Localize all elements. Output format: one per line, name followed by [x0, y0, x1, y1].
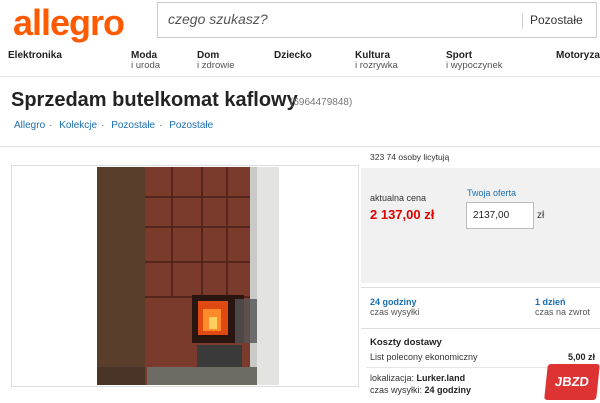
- watermark-logo: JBZD: [544, 364, 600, 400]
- category-dom[interactable]: Dom i zdrowie: [197, 51, 235, 71]
- breadcrumb-link[interactable]: Pozostałe: [169, 120, 213, 131]
- category-label: Elektronika: [8, 50, 62, 61]
- search-category-select[interactable]: Pozostałe: [530, 13, 583, 27]
- dispatch-value: 24 godziny: [424, 385, 472, 395]
- category-sport[interactable]: Sport i wypoczynek: [446, 51, 503, 71]
- breadcrumb-separator: ·: [159, 120, 163, 131]
- dispatch-time-value: 24 godziny: [370, 297, 417, 307]
- location-value: Lurker.land: [416, 373, 466, 383]
- listing-title: Sprzedam butelkomat kaflowy: [11, 89, 298, 111]
- section-divider: [0, 146, 600, 147]
- offer-currency: zł: [537, 210, 545, 221]
- listing-id: (6964479848): [290, 97, 353, 108]
- costs-divider: [361, 328, 600, 329]
- category-elektronika[interactable]: Elektronika: [8, 51, 62, 61]
- category-sub: i zdrowie: [197, 60, 235, 71]
- location-info: lokalizacja: Lurker.land czas wysyłki: 2…: [370, 372, 471, 396]
- image-gallery[interactable]: [11, 165, 359, 387]
- delivery-costs-title: Koszty dostawy: [370, 337, 442, 348]
- search-input[interactable]: czego szukasz?: [168, 11, 268, 27]
- category-dziecko[interactable]: Dziecko: [274, 51, 312, 61]
- search-bar[interactable]: czego szukasz? Pozostałe: [157, 2, 597, 38]
- current-price: 2 137,00 zł: [370, 207, 435, 222]
- category-sub: i rozrywka: [355, 60, 398, 71]
- breadcrumb-separator: ·: [101, 120, 105, 131]
- shipping-divider: [361, 287, 600, 288]
- breadcrumb-link[interactable]: Pozostałe: [111, 120, 155, 131]
- header-divider: [0, 76, 600, 77]
- dispatch-time-label: czas wysyłki: [370, 307, 420, 317]
- allegro-logo[interactable]: allegro: [13, 2, 125, 44]
- category-sub: i wypoczynek: [446, 60, 503, 71]
- category-motoryzacja[interactable]: Motoryza: [556, 51, 600, 61]
- return-time-value: 1 dzień: [535, 297, 566, 307]
- delivery-price: 5,00 zł: [568, 352, 596, 362]
- breadcrumb-link[interactable]: Allegro: [14, 120, 45, 131]
- breadcrumb-separator: ·: [49, 120, 53, 131]
- offer-label: Twoja oferta: [467, 188, 517, 198]
- category-kultura[interactable]: Kultura i rozrywka: [355, 51, 398, 71]
- bidders-count: 323 74 osoby licytują: [370, 152, 450, 162]
- price-label: aktualna cena: [370, 193, 427, 203]
- location-label: lokalizacja:: [370, 373, 415, 383]
- dispatch-label: czas wysyłki:: [370, 385, 423, 395]
- search-divider: [522, 13, 523, 29]
- product-photo[interactable]: [97, 167, 279, 385]
- delivery-method: List polecony ekonomiczny: [370, 352, 478, 362]
- return-time-label: czas na zwrot: [535, 307, 591, 317]
- category-label: Dziecko: [274, 50, 312, 61]
- category-label: Motoryza: [556, 50, 600, 61]
- category-sub: i uroda: [131, 60, 161, 71]
- return-time: 1 dzień czas na zwrot: [535, 297, 590, 317]
- breadcrumb-link[interactable]: Kolekcje: [59, 120, 97, 131]
- breadcrumb: Allegro · Kolekcje · Pozostałe · Pozostałe: [14, 120, 213, 131]
- category-moda[interactable]: Moda i uroda: [131, 51, 160, 71]
- dispatch-time: 24 godziny czas wysyłki: [370, 297, 420, 317]
- offer-input[interactable]: 2137,00: [466, 202, 534, 229]
